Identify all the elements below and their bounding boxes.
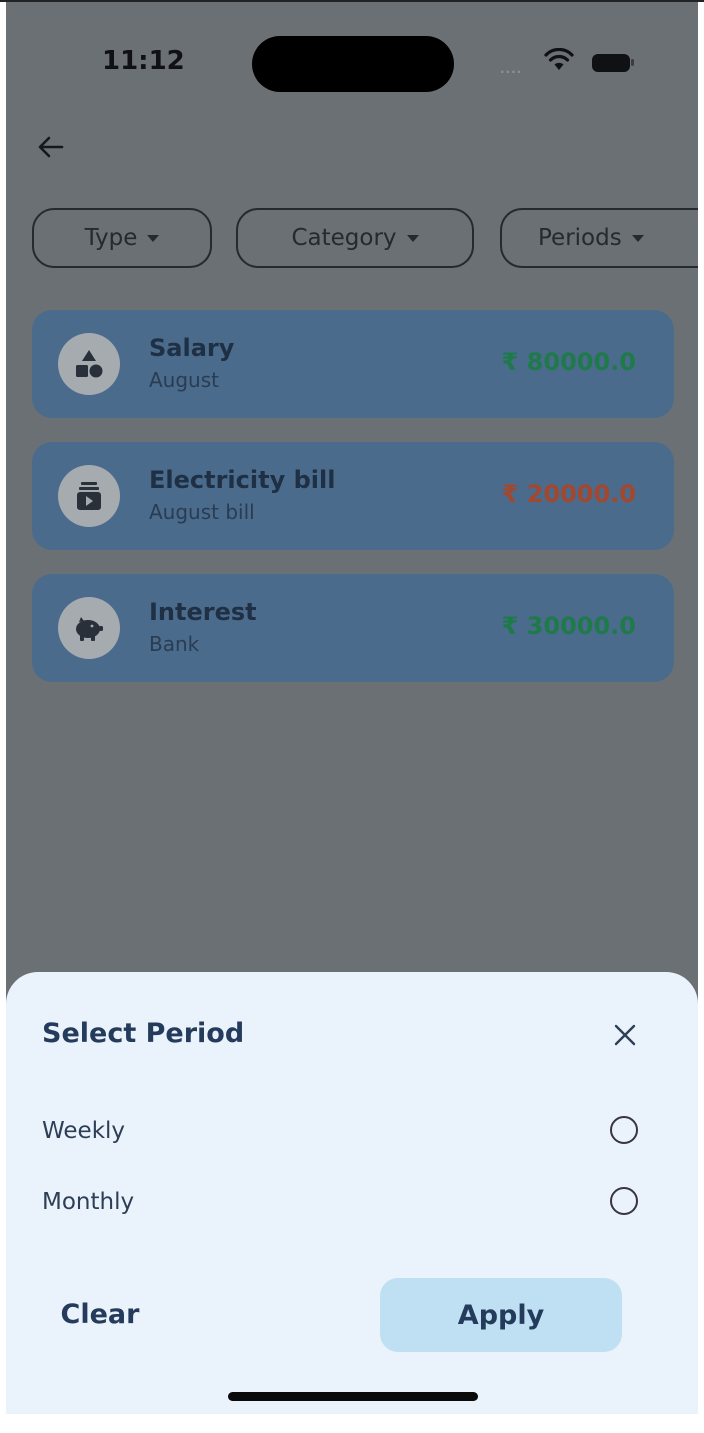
transaction-subtitle: Bank [149, 632, 200, 656]
card-avatar [58, 465, 120, 527]
clear-button[interactable]: Clear [40, 1278, 160, 1350]
transaction-card-interest[interactable]: Interest Bank ₹ 30000.0 [32, 574, 674, 682]
sheet-title: Select Period [42, 1018, 245, 1049]
caret-down-icon [406, 234, 419, 242]
period-option-weekly[interactable]: Weekly [42, 1106, 642, 1156]
back-arrow-icon[interactable] [36, 132, 66, 162]
apply-button[interactable]: Apply [380, 1278, 622, 1352]
transaction-subtitle: August bill [149, 500, 255, 524]
caret-down-icon [631, 234, 644, 242]
status-time: 11:12 [102, 46, 185, 76]
period-bottom-sheet: Select Period Weekly Monthly Clear Apply [6, 972, 698, 1414]
transaction-title: Salary [149, 334, 235, 362]
battery-tip [631, 59, 634, 66]
shapes-icon [76, 350, 103, 378]
filter-chip-category[interactable]: Category [236, 208, 474, 268]
filter-chip-label: Type [84, 225, 138, 251]
close-icon[interactable] [612, 1022, 638, 1048]
transaction-amount: ₹ 80000.0 [501, 348, 636, 376]
transaction-amount: ₹ 30000.0 [501, 612, 636, 640]
filter-chip-periods[interactable]: Periods [500, 208, 698, 268]
screen: 11:12 .... Type Category Periods Salary … [6, 2, 698, 1414]
card-avatar [58, 597, 120, 659]
option-label: Monthly [42, 1189, 135, 1215]
inbox-icon [77, 482, 101, 510]
filter-chip-label: Category [291, 225, 397, 251]
radio-button[interactable] [610, 1187, 638, 1215]
piggy-bank-icon [76, 617, 103, 641]
dynamic-island [252, 36, 454, 92]
device-frame: 11:12 .... Type Category Periods Salary … [0, 0, 704, 1433]
caret-down-icon [147, 234, 160, 242]
period-option-monthly[interactable]: Monthly [42, 1177, 642, 1227]
transaction-title: Electricity bill [149, 466, 336, 494]
wifi-icon [544, 48, 574, 70]
transaction-subtitle: August [149, 368, 219, 392]
filter-chip-label: Periods [538, 225, 622, 251]
radio-button[interactable] [610, 1116, 638, 1144]
battery-icon [592, 54, 630, 72]
signal-icon: .... [500, 62, 523, 76]
card-avatar [58, 333, 120, 395]
transaction-amount: ₹ 20000.0 [501, 480, 636, 508]
filter-chip-type[interactable]: Type [32, 208, 212, 268]
transaction-title: Interest [149, 598, 257, 626]
home-indicator [228, 1392, 478, 1401]
option-label: Weekly [42, 1118, 126, 1144]
transaction-card-electricity[interactable]: Electricity bill August bill ₹ 20000.0 [32, 442, 674, 550]
transaction-card-salary[interactable]: Salary August ₹ 80000.0 [32, 310, 674, 418]
